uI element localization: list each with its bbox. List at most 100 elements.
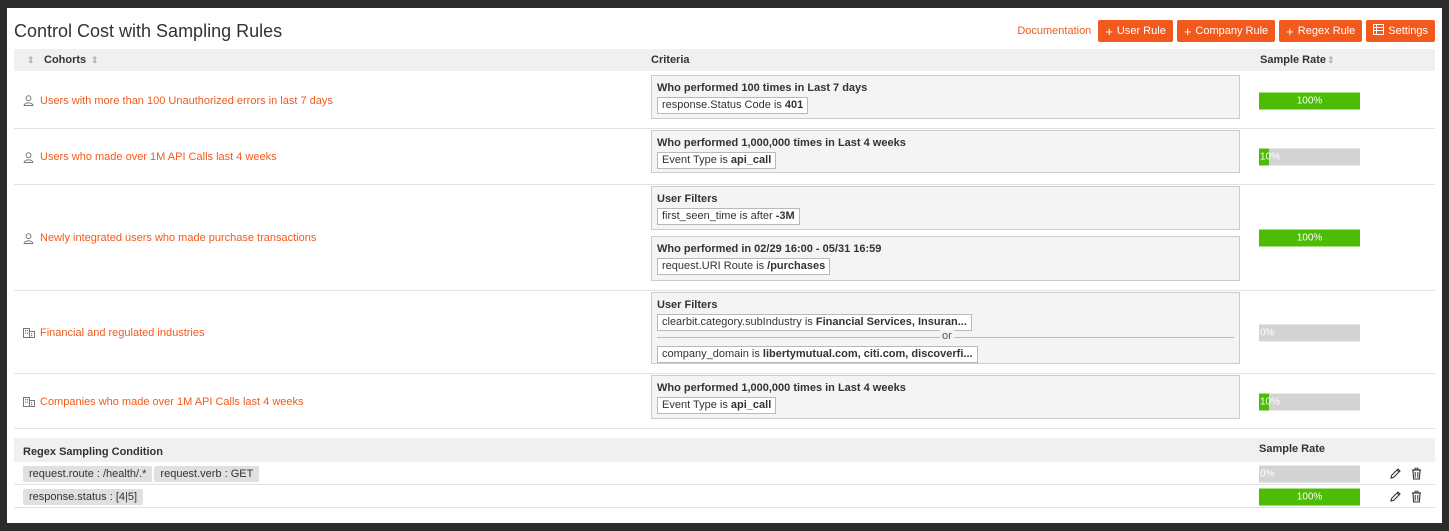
chip-value: libertymutual.com, citi.com, discoverfi.… bbox=[762, 348, 973, 360]
criteria-chip: first_seen_time is after -3M bbox=[657, 208, 800, 225]
criteria-chip: request.URI Route is /purchases bbox=[657, 258, 831, 275]
criteria-box: User Filters first_seen_time is after -3M bbox=[651, 186, 1240, 230]
regex-table-header: Regex Sampling Condition Sample Rate bbox=[14, 438, 1435, 462]
user-icon bbox=[23, 151, 34, 163]
chip-label: company_domain is bbox=[662, 348, 763, 360]
sample-rate-bar[interactable]: 100% bbox=[1259, 229, 1360, 247]
table-header: ⇕ Cohorts ⇕ Criteria Sample Rate ⇕ bbox=[14, 49, 1435, 71]
chip-value: api_call bbox=[730, 154, 772, 166]
edit-pencil-icon[interactable] bbox=[1389, 490, 1402, 503]
chip-label: Event Type is bbox=[662, 154, 731, 166]
page-title: Control Cost with Sampling Rules bbox=[14, 21, 283, 41]
sample-rate-bar[interactable]: 100% bbox=[1259, 92, 1360, 109]
criteria-box: Who performed 1,000,000 times in Last 4 … bbox=[651, 130, 1240, 173]
chip-value: 401 bbox=[784, 99, 804, 111]
user-icon bbox=[23, 95, 34, 106]
criteria-box: Who performed in 02/29 16:00 - 05/31 16:… bbox=[651, 236, 1240, 281]
add-regex-rule-label: Regex Rule bbox=[1297, 25, 1356, 37]
chip-value: /purchases bbox=[767, 260, 826, 272]
cohort-link[interactable]: Users with more than 100 Unauthorized er… bbox=[23, 95, 333, 107]
user-icon bbox=[23, 232, 34, 244]
add-user-rule-button[interactable]: + User Rule bbox=[1098, 20, 1173, 42]
chip-value: Financial Services, Insuran... bbox=[815, 316, 967, 328]
criteria-title: Who performed 100 times in Last 7 days bbox=[657, 82, 868, 94]
add-user-rule-label: User Rule bbox=[1116, 25, 1166, 37]
table-row: Newly integrated users who made purchase… bbox=[14, 185, 1435, 291]
criteria-box: Who performed 100 times in Last 7 days re… bbox=[651, 75, 1240, 119]
table-row: Financial and regulated industries User F… bbox=[14, 291, 1435, 374]
sample-rate-bar[interactable]: 0% bbox=[1259, 324, 1360, 341]
criteria-title: Who performed in 02/29 16:00 - 05/31 16:… bbox=[657, 243, 882, 255]
criteria-chip: Event Type is api_call bbox=[657, 397, 777, 414]
column-header-sample-rate[interactable]: Sample Rate bbox=[1260, 54, 1326, 66]
cohort-name: Newly integrated users who made purchase… bbox=[40, 232, 317, 244]
edit-pencil-icon[interactable] bbox=[1389, 467, 1402, 480]
building-icon bbox=[23, 396, 35, 407]
sample-rate-sort-icon[interactable]: ⇕ bbox=[1327, 54, 1335, 66]
chip-label: first_seen_time is after bbox=[662, 210, 776, 222]
regex-row: request.route : /health/.* request.verb :… bbox=[14, 462, 1435, 485]
cohort-link[interactable]: Financial and regulated industries bbox=[23, 327, 205, 339]
sample-rate-label: 0% bbox=[1260, 327, 1275, 338]
chip-value: -3M bbox=[775, 210, 795, 222]
table-row: Users with more than 100 Unauthorized er… bbox=[14, 72, 1435, 129]
add-regex-rule-button[interactable]: + Regex Rule bbox=[1279, 20, 1363, 42]
sample-rate-label: 10% bbox=[1260, 151, 1281, 163]
criteria-chip: clearbit.category.subIndustry is Financi… bbox=[657, 314, 972, 331]
regex-row: response.status : [4|5] 100% bbox=[14, 485, 1435, 508]
add-company-rule-button[interactable]: + Company Rule bbox=[1176, 20, 1276, 42]
sample-rate-label: 100% bbox=[1296, 95, 1323, 106]
criteria-chip: response.Status Code is 401 bbox=[657, 97, 809, 114]
table-row: Users who made over 1M API Calls last 4 … bbox=[14, 129, 1435, 185]
criteria-chip: Event Type is api_call bbox=[657, 152, 777, 169]
cohort-link[interactable]: Newly integrated users who made purchase… bbox=[23, 232, 316, 244]
criteria-box: Who performed 1,000,000 times in Last 4 … bbox=[651, 375, 1240, 419]
sample-rate-label: 0% bbox=[1260, 468, 1275, 479]
chip-label: request.URI Route is bbox=[662, 260, 768, 272]
criteria-title: User Filters bbox=[657, 193, 718, 205]
sample-rate-label: 10% bbox=[1260, 396, 1281, 407]
cohort-link[interactable]: Companies who made over 1M API Calls las… bbox=[23, 396, 304, 408]
header-actions: Documentation + User Rule + Company Rule… bbox=[1017, 20, 1435, 42]
building-icon bbox=[23, 327, 35, 338]
chip-label: clearbit.category.subIndustry is bbox=[662, 316, 816, 328]
sample-rate-bar[interactable]: 10% bbox=[1259, 148, 1360, 166]
settings-label: Settings bbox=[1388, 25, 1428, 37]
chip-label: response.Status Code is bbox=[662, 99, 785, 111]
table-row: Companies who made over 1M API Calls las… bbox=[14, 374, 1435, 429]
plus-icon: + bbox=[1105, 23, 1113, 39]
add-company-rule-label: Company Rule bbox=[1195, 25, 1269, 37]
cohorts-sort-icon[interactable]: ⇕ bbox=[27, 54, 35, 66]
delete-trash-icon[interactable] bbox=[1410, 467, 1423, 480]
cohort-name: Financial and regulated industries bbox=[40, 326, 205, 339]
sample-rate-label: 100% bbox=[1296, 232, 1323, 244]
criteria-box: User Filters clearbit.category.subIndustr… bbox=[651, 292, 1240, 364]
sample-rate-bar[interactable]: 10% bbox=[1259, 393, 1360, 410]
sample-rate-bar[interactable]: 0% bbox=[1259, 465, 1360, 482]
sample-rate-label: 100% bbox=[1296, 491, 1323, 502]
regex-condition-tag: request.route : /health/.* bbox=[23, 466, 153, 482]
criteria-chip: company_domain is libertymutual.com, cit… bbox=[657, 346, 978, 363]
column-header-regex-sample-rate: Sample Rate bbox=[1259, 443, 1326, 455]
criteria-title: User Filters bbox=[657, 299, 718, 311]
regex-condition-tag: response.status : [4|5] bbox=[23, 489, 144, 505]
plus-icon: + bbox=[1286, 23, 1294, 39]
regex-condition-tag: request.verb : GET bbox=[154, 466, 260, 482]
delete-trash-icon[interactable] bbox=[1410, 490, 1423, 503]
cohorts-sort-caret-icon[interactable]: ⇕ bbox=[91, 54, 99, 66]
column-header-criteria: Criteria bbox=[651, 54, 690, 66]
criteria-title: Who performed 1,000,000 times in Last 4 … bbox=[657, 137, 906, 149]
settings-button[interactable]: Settings bbox=[1366, 20, 1435, 42]
chip-value: api_call bbox=[730, 399, 772, 411]
sample-rate-bar[interactable]: 100% bbox=[1259, 488, 1360, 505]
or-label: or bbox=[940, 330, 954, 342]
plus-icon: + bbox=[1183, 23, 1192, 39]
or-divider: or bbox=[657, 330, 1234, 343]
cohort-link[interactable]: Users who made over 1M API Calls last 4 … bbox=[23, 151, 277, 163]
cohort-name: Companies who made over 1M API Calls las… bbox=[40, 395, 304, 408]
regex-conditions: response.status : [4|5] bbox=[23, 489, 145, 505]
column-header-cohorts[interactable]: Cohorts bbox=[44, 54, 86, 66]
page-header: Control Cost with Sampling Rules Documen… bbox=[14, 18, 1435, 44]
criteria-title: Who performed 1,000,000 times in Last 4 … bbox=[657, 382, 906, 394]
documentation-link[interactable]: Documentation bbox=[1017, 25, 1091, 37]
